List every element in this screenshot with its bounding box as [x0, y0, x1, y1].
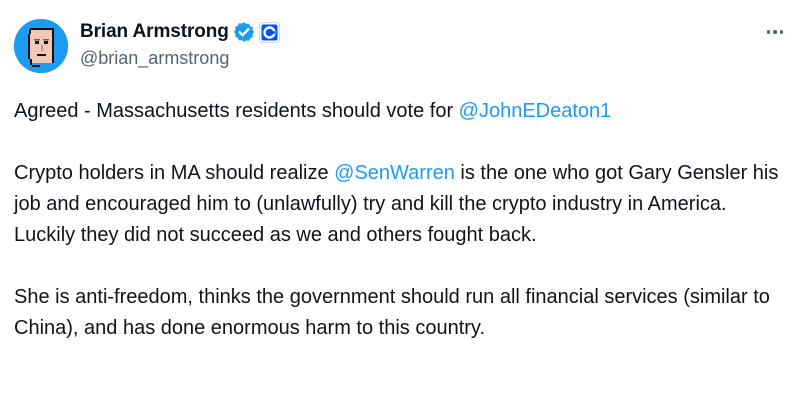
- tweet-paragraph-1: Agreed - Massachusetts residents should …: [14, 96, 789, 127]
- author-handle[interactable]: @brian_armstrong: [80, 48, 229, 69]
- tweet-paragraph-3: She is anti-freedom, thinks the governme…: [14, 286, 770, 339]
- coinbase-affiliate-icon[interactable]: [258, 21, 280, 43]
- mention-link[interactable]: @SenWarren: [334, 162, 455, 184]
- author-display-name[interactable]: Brian Armstrong: [80, 21, 229, 43]
- tweet-card: Brian Armstrong @brian_armstrong Agreed …: [0, 0, 799, 403]
- author-avatar[interactable]: [14, 19, 68, 73]
- pixel-punk-avatar-icon: [14, 19, 68, 73]
- more-options-icon[interactable]: [763, 20, 787, 44]
- tweet-paragraph-2: Crypto holders in MA should realize @Sen…: [14, 158, 789, 251]
- mention-link[interactable]: @JohnEDeaton1: [459, 100, 612, 122]
- author-name-row: Brian Armstrong: [80, 19, 280, 45]
- tweet-text: Agreed - Massachusetts residents should …: [14, 96, 789, 344]
- tweet-text-segment: Agreed - Massachusetts residents should …: [14, 100, 459, 122]
- verified-badge-icon[interactable]: [233, 21, 255, 43]
- tweet-text-segment: Crypto holders in MA should realize: [14, 162, 335, 184]
